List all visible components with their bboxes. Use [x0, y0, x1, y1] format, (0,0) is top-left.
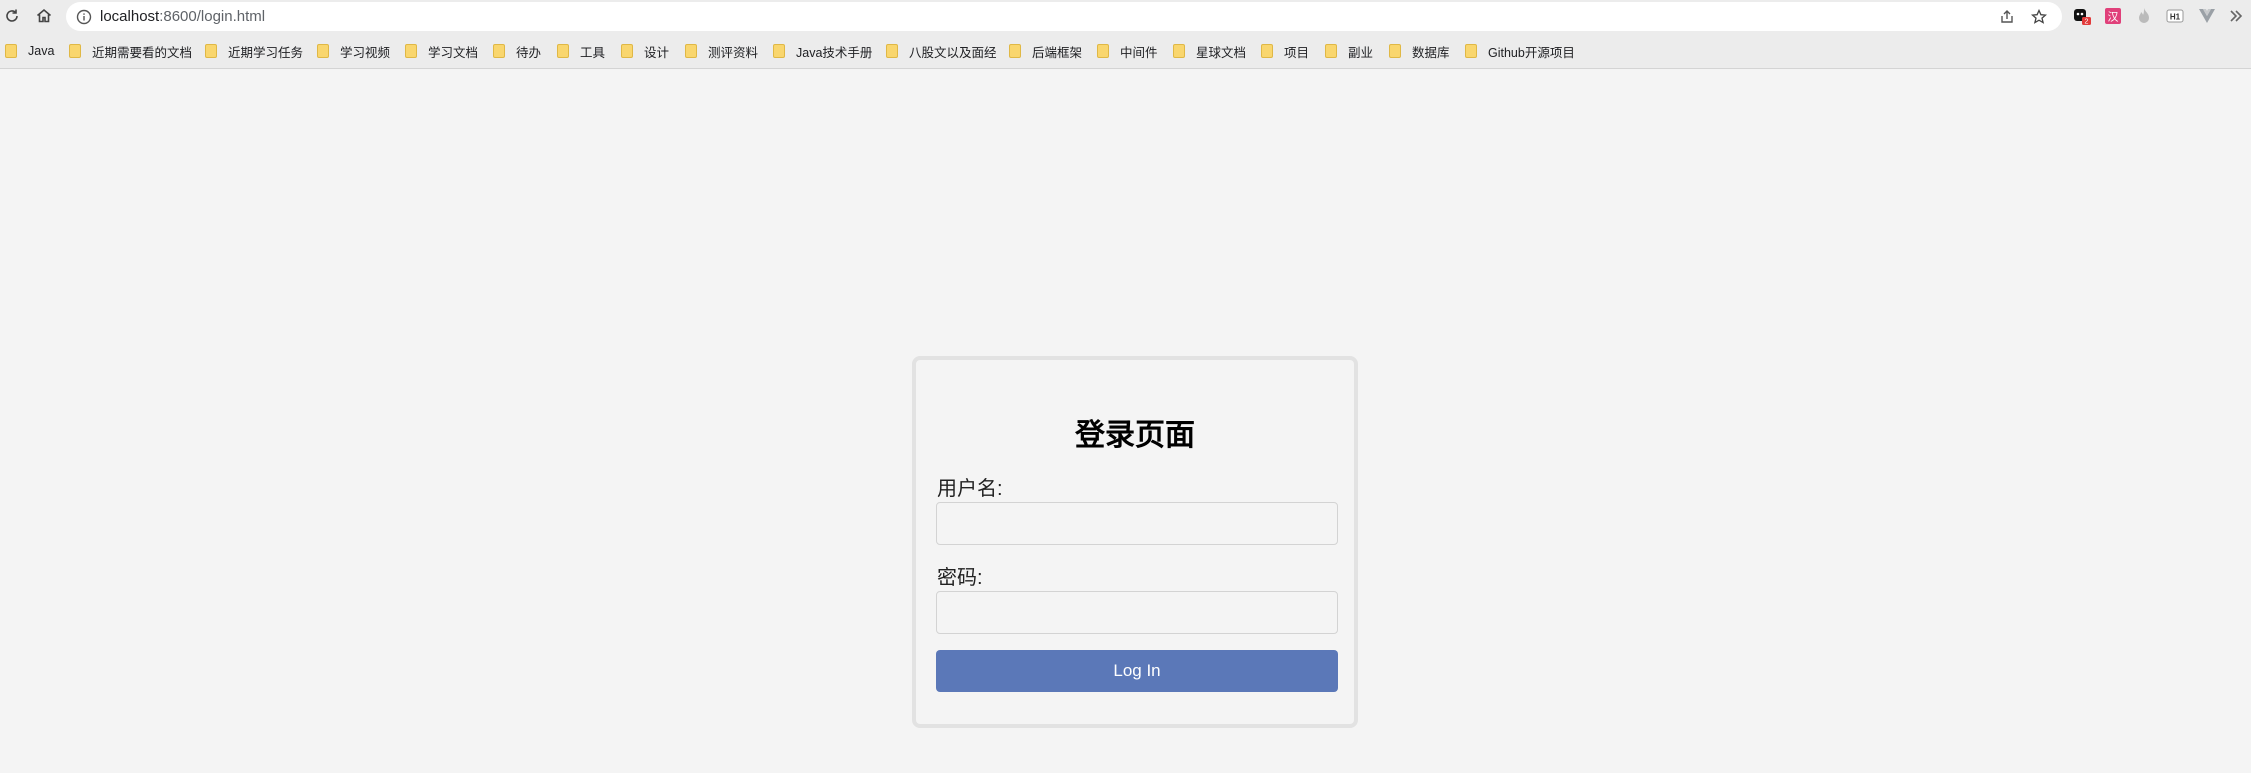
- bookmarks-bar: Java 近期需要看的文档 近期学习任务 学习视频 学习文档 待办 工具 设计 …: [0, 33, 2251, 69]
- reload-button[interactable]: [0, 4, 24, 28]
- address-bar[interactable]: localhost:8600/login.html: [66, 2, 2062, 31]
- bookmark-folder[interactable]: 近期学习任务: [205, 42, 303, 60]
- folder-icon: [205, 44, 217, 58]
- ext-ai-icon: 2: [2074, 9, 2091, 26]
- bookmark-folder[interactable]: 设计: [621, 42, 669, 60]
- ext-translate-icon: 汉: [2105, 8, 2121, 24]
- bookmark-label: Java技术手册: [796, 45, 873, 60]
- ext-vue-button[interactable]: [2197, 6, 2217, 26]
- chevron-double-right-icon: [2230, 10, 2243, 22]
- ext-h1-icon: H1: [2166, 9, 2184, 23]
- bookmark-label: 近期学习任务: [228, 45, 304, 60]
- more-extensions-button[interactable]: [2226, 6, 2246, 26]
- folder-icon: [886, 44, 898, 58]
- share-button[interactable]: [1996, 6, 2018, 28]
- bookmark-label: Github开源项目: [1488, 45, 1575, 60]
- folder-icon: [773, 44, 785, 58]
- home-icon: [36, 8, 52, 23]
- bookmark-folder[interactable]: 近期需要看的文档: [69, 42, 192, 60]
- password-input[interactable]: [936, 591, 1338, 634]
- bookmark-folder[interactable]: 中间件: [1097, 42, 1158, 60]
- bookmark-label: 工具: [580, 45, 606, 60]
- bookmark-folder[interactable]: 星球文档: [1173, 42, 1246, 60]
- bookmark-folder[interactable]: Github开源项目: [1465, 42, 1575, 60]
- folder-icon: [685, 44, 697, 58]
- bookmark-label: 测评资料: [708, 45, 759, 60]
- bookmark-label: 后端框架: [1032, 45, 1083, 60]
- folder-icon: [1325, 44, 1337, 58]
- site-info-icon[interactable]: [76, 9, 92, 25]
- bookmark-label: 待办: [516, 45, 542, 60]
- bookmark-folder[interactable]: 八股文以及面经: [886, 42, 997, 60]
- reload-icon: [6, 9, 18, 22]
- share-icon: [2001, 10, 2013, 23]
- bookmark-label: Java: [28, 44, 55, 58]
- ext-h1-button[interactable]: H1: [2165, 6, 2185, 26]
- bookmark-label: 数据库: [1412, 45, 1450, 60]
- bookmark-folder[interactable]: 学习视频: [317, 42, 390, 60]
- bookmark-label: 项目: [1284, 45, 1310, 60]
- bookmark-label: 副业: [1348, 45, 1374, 60]
- ext-vue-icon: [2199, 9, 2215, 23]
- password-label: 密码:: [937, 567, 983, 589]
- folder-icon: [1261, 44, 1273, 58]
- ext-ai-button[interactable]: 2: [2072, 6, 2092, 26]
- bookmark-label: 星球文档: [1196, 45, 1247, 60]
- folder-icon: [493, 44, 505, 58]
- url-path: :8600/login.html: [159, 8, 266, 25]
- username-input[interactable]: [936, 502, 1338, 545]
- folder-icon: [1465, 44, 1477, 58]
- bookmark-label: 中间件: [1120, 45, 1158, 60]
- folder-icon: [69, 44, 81, 58]
- bookmark-folder[interactable]: 测评资料: [685, 42, 758, 60]
- bookmark-label: 八股文以及面经: [909, 45, 997, 60]
- bookmark-folder[interactable]: Java技术手册: [773, 42, 872, 60]
- ext-ai-badge: 2: [2085, 19, 2089, 26]
- bookmark-folder[interactable]: 待办: [493, 42, 541, 60]
- folder-icon: [557, 44, 569, 58]
- bookmark-folder[interactable]: 学习文档: [405, 42, 478, 60]
- folder-icon: [5, 44, 17, 58]
- folder-icon: [405, 44, 417, 58]
- page-title: 登录页面: [1075, 419, 1195, 452]
- star-icon: [2031, 9, 2047, 24]
- ext-h1-text: H1: [2170, 13, 2181, 22]
- bookmark-folder[interactable]: 工具: [557, 42, 605, 60]
- folder-icon: [1009, 44, 1021, 58]
- bookmark-folder[interactable]: 后端框架: [1009, 42, 1082, 60]
- bookmark-folder[interactable]: 数据库: [1389, 42, 1450, 60]
- folder-icon: [621, 44, 633, 58]
- url-host: localhost: [100, 8, 160, 25]
- ext-translate-button[interactable]: 汉: [2103, 6, 2123, 26]
- folder-icon: [317, 44, 329, 58]
- url-text: localhost:8600/login.html: [100, 8, 265, 25]
- browser-toolbar: localhost:8600/login.html 2 汉 H1: [0, 0, 2251, 33]
- folder-icon: [1173, 44, 1185, 58]
- bookmark-star-button[interactable]: [2028, 6, 2050, 28]
- bookmark-label: 学习视频: [340, 45, 391, 60]
- login-card: 登录页面 用户名: 密码: Log In: [912, 356, 1358, 728]
- ext-flame-icon: [2139, 8, 2149, 23]
- bookmark-folder[interactable]: 项目: [1261, 42, 1309, 60]
- bookmark-folder[interactable]: 副业: [1325, 42, 1373, 60]
- folder-icon: [1097, 44, 1109, 58]
- bookmark-label: 学习文档: [428, 45, 479, 60]
- ext-flame-button[interactable]: [2134, 6, 2154, 26]
- login-button[interactable]: Log In: [936, 650, 1338, 692]
- bookmark-folder[interactable]: Java: [5, 42, 54, 60]
- ext-translate-text: 汉: [2108, 11, 2119, 24]
- bookmark-label: 近期需要看的文档: [92, 45, 193, 60]
- username-label: 用户名:: [937, 478, 1003, 500]
- bookmark-label: 设计: [644, 45, 670, 60]
- folder-icon: [1389, 44, 1401, 58]
- home-button[interactable]: [32, 4, 56, 28]
